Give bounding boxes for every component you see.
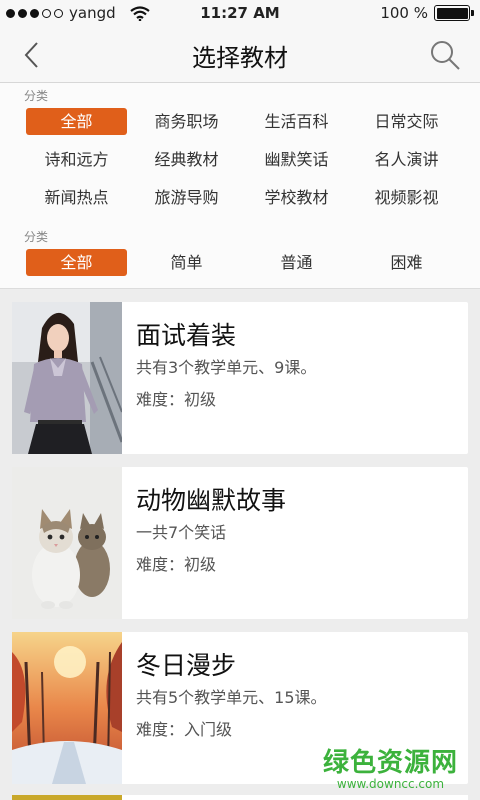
filter-panel: 分类 全部 商务职场 生活百科 日常交际 诗和远方 经典教材 幽默笑话 名人演讲… xyxy=(0,83,480,289)
course-thumbnail-cats-image xyxy=(12,467,122,619)
course-description: 一共7个笑话 xyxy=(136,523,227,542)
battery-percentage: 100 % xyxy=(380,4,428,22)
course-card[interactable]: 动物幽默故事 一共7个笑话 难度：初级 xyxy=(12,467,468,619)
battery-icon xyxy=(434,5,474,21)
course-difficulty: 难度：初级 xyxy=(136,390,217,409)
course-title: 冬日漫步 xyxy=(136,651,237,680)
course-difficulty: 难度：入门级 xyxy=(136,720,233,739)
course-title: 面试着装 xyxy=(136,321,237,350)
category-poetry[interactable]: 诗和远方 xyxy=(26,146,127,173)
difficulty-filter-grid: 全部 简单 普通 困难 xyxy=(26,249,466,276)
category-daily-communication[interactable]: 日常交际 xyxy=(356,108,457,135)
category-filter-grid: 全部 商务职场 生活百科 日常交际 诗和远方 经典教材 幽默笑话 名人演讲 新闻… xyxy=(26,108,466,211)
category-video[interactable]: 视频影视 xyxy=(356,184,457,211)
difficulty-hard[interactable]: 困难 xyxy=(356,249,457,276)
course-description: 共有5个教学单元、15课。 xyxy=(136,688,327,707)
difficulty-easy[interactable]: 简单 xyxy=(136,249,237,276)
watermark-url: www.downcc.com xyxy=(336,777,445,791)
category-classic-textbooks[interactable]: 经典教材 xyxy=(136,146,237,173)
category-filter-label: 分类 xyxy=(24,89,49,103)
course-thumbnail-partial xyxy=(12,795,122,800)
watermark: 绿色资源网 www.downcc.com xyxy=(323,742,458,791)
course-card-partial[interactable] xyxy=(12,795,468,800)
difficulty-filter-label: 分类 xyxy=(24,230,49,244)
category-school-textbooks[interactable]: 学校教材 xyxy=(246,184,347,211)
course-list: 面试着装 共有3个教学单元、9课。 难度：初级 动物幽默故事 一共7个笑话 难度… xyxy=(12,302,468,797)
difficulty-normal[interactable]: 普通 xyxy=(246,249,347,276)
category-celebrity-speeches[interactable]: 名人演讲 xyxy=(356,146,457,173)
battery-status: 100 % xyxy=(380,4,474,22)
watermark-title: 绿色资源网 xyxy=(322,748,458,778)
course-thumbnail-woman-image xyxy=(12,302,122,454)
category-news[interactable]: 新闻热点 xyxy=(26,184,127,211)
course-description: 共有3个教学单元、9课。 xyxy=(136,358,317,377)
category-humor[interactable]: 幽默笑话 xyxy=(246,146,347,173)
course-title: 动物幽默故事 xyxy=(136,486,287,515)
search-icon[interactable] xyxy=(428,38,462,72)
course-difficulty: 难度：初级 xyxy=(136,555,217,574)
category-life[interactable]: 生活百科 xyxy=(246,108,347,135)
difficulty-all[interactable]: 全部 xyxy=(26,249,127,276)
page-title: 选择教材 xyxy=(192,44,288,72)
course-card[interactable]: 面试着装 共有3个教学单元、9课。 难度：初级 xyxy=(12,302,468,454)
category-business[interactable]: 商务职场 xyxy=(136,108,237,135)
course-thumbnail-winter-forest-image xyxy=(12,632,122,784)
status-bar: yangd 11:27 AM 100 % xyxy=(0,0,480,28)
navigation-bar: 选择教材 xyxy=(0,28,480,83)
category-all[interactable]: 全部 xyxy=(26,108,127,135)
category-travel[interactable]: 旅游导购 xyxy=(136,184,237,211)
